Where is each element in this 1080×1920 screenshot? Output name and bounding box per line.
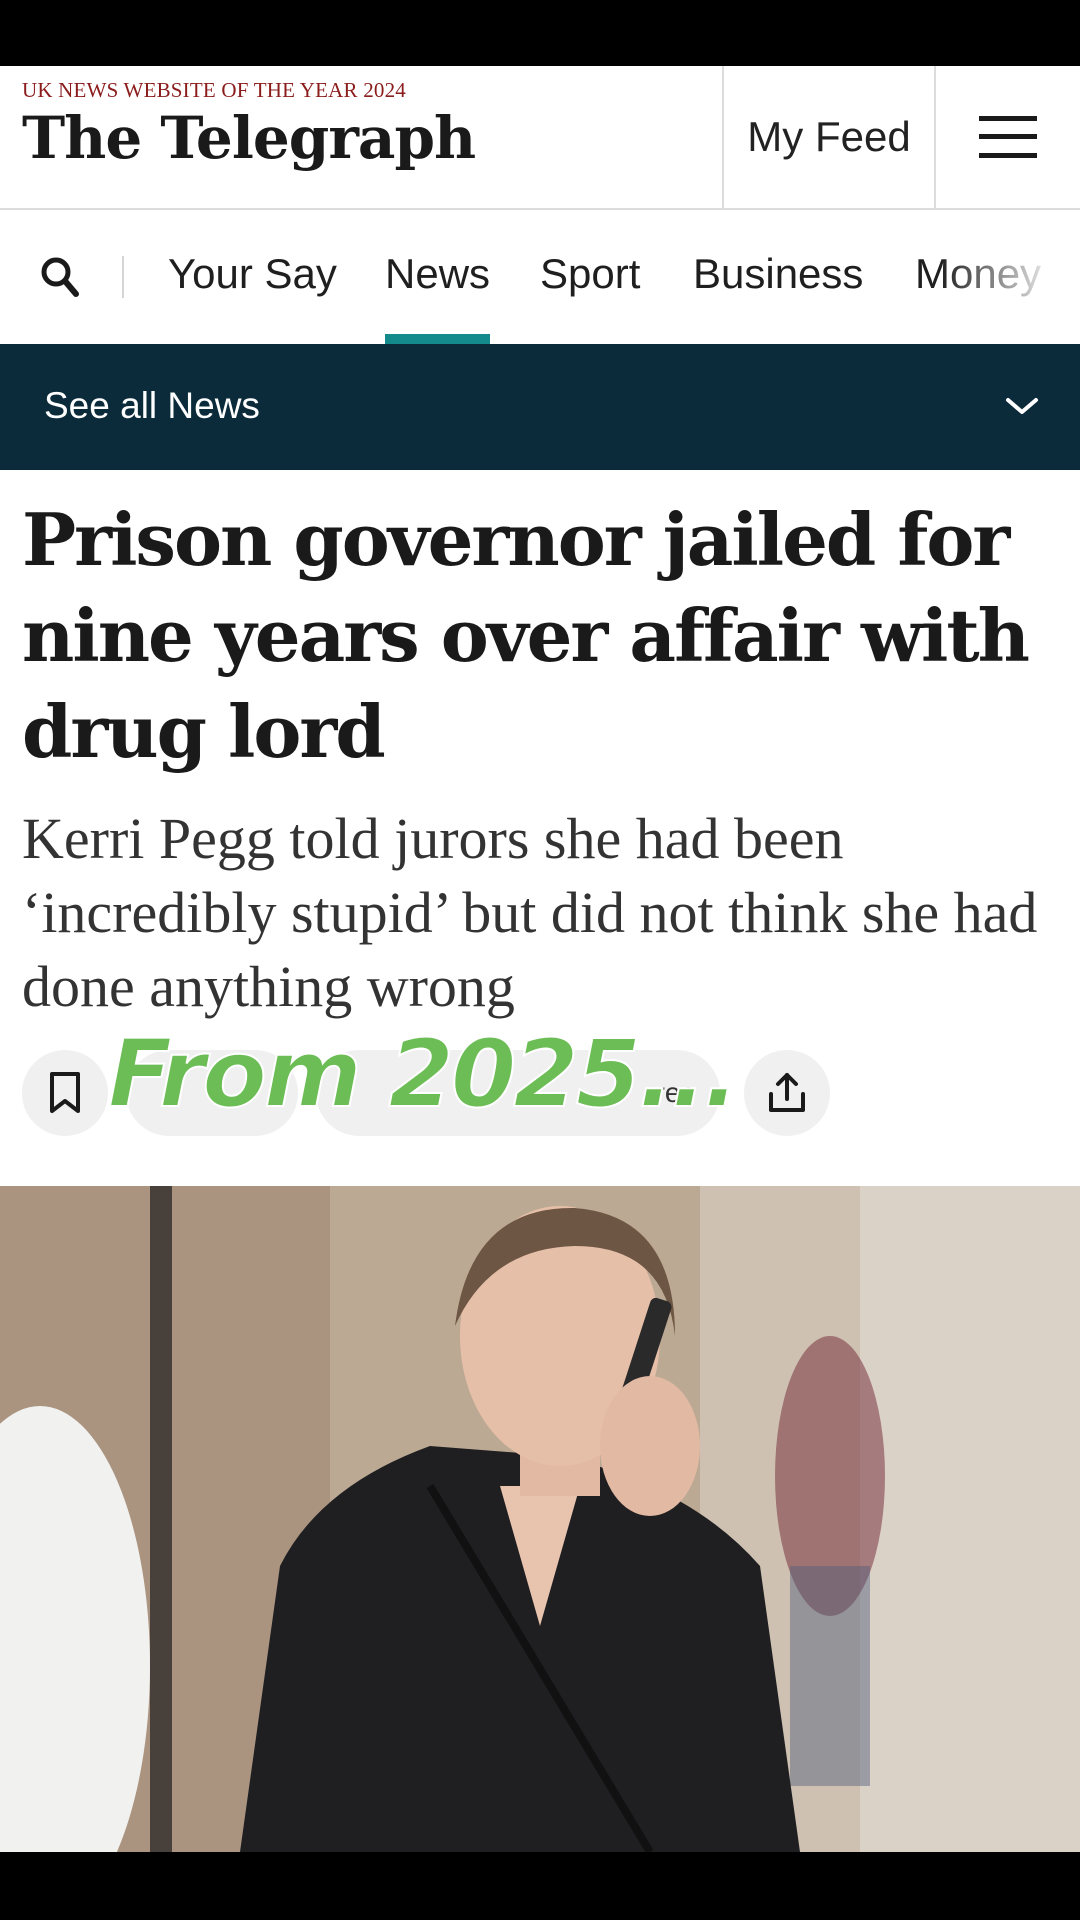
share-button[interactable]: [744, 1050, 830, 1136]
hamburger-menu-icon: [979, 116, 1037, 158]
see-all-news-bar[interactable]: See all News: [0, 344, 1080, 470]
status-bar: [0, 0, 1080, 66]
nav-item-news[interactable]: News: [385, 210, 491, 344]
article: Prison governor jailed for nine years ov…: [0, 470, 1080, 1186]
masthead: UK NEWS WEBSITE OF THE YEAR 2024 The Tel…: [0, 66, 1080, 210]
search-icon: [41, 257, 79, 297]
nav-item-your-say[interactable]: Your Say: [168, 210, 337, 344]
my-feed-button[interactable]: My Feed: [722, 66, 936, 208]
see-all-news-label: See all News: [44, 385, 260, 426]
bookmark-button[interactable]: [22, 1050, 108, 1136]
nav-separator: [122, 256, 124, 298]
article-standfirst: Kerri Pegg told jurors she had been ‘inc…: [22, 806, 1038, 1019]
hero-image[interactable]: [0, 1186, 1080, 1852]
nav-item-sport[interactable]: Sport: [540, 210, 640, 344]
hero-photo: [0, 1186, 1080, 1852]
overlay-caption: From 2025...: [107, 1019, 740, 1130]
telegraph-logo[interactable]: The Telegraph: [22, 104, 476, 172]
chevron-down-icon: [1006, 398, 1038, 414]
article-headline: Prison governor jailed for nine years ov…: [22, 497, 1030, 774]
nav-fade: [940, 210, 1080, 344]
search-button[interactable]: [36, 252, 86, 302]
menu-button[interactable]: [936, 66, 1080, 208]
share-icon: [769, 1073, 805, 1112]
nav-item-business[interactable]: Business: [693, 210, 863, 344]
section-nav: Your Say News Sport Business Money: [0, 210, 1080, 344]
award-tagline: UK NEWS WEBSITE OF THE YEAR 2024: [22, 78, 406, 102]
bookmark-icon: [50, 1072, 80, 1113]
navigation-bar: [0, 1852, 1080, 1920]
